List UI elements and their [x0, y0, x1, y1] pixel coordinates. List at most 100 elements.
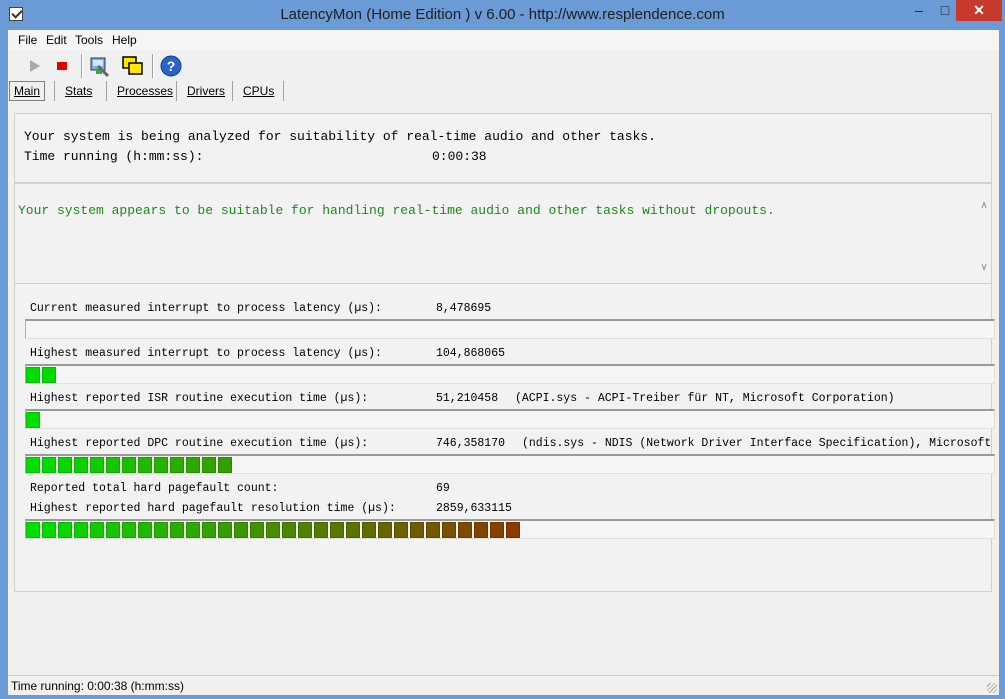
metric-label: Highest measured interrupt to process la… — [30, 347, 382, 360]
bar-segment — [106, 522, 120, 538]
tab-main[interactable]: Main — [9, 81, 46, 101]
menu-edit[interactable]: Edit — [46, 33, 67, 47]
toolbar-separator — [152, 54, 154, 78]
metrics-panel: Current measured interrupt to process la… — [14, 284, 995, 592]
metric-driver-info: (ndis.sys - NDIS (Network Driver Interfa… — [522, 437, 990, 450]
analysis-status-panel: Your system is being analyzed for suitab… — [14, 113, 992, 183]
bar-segment — [74, 457, 88, 473]
metric-label: Current measured interrupt to process la… — [30, 302, 382, 315]
bar-segment — [186, 457, 200, 473]
bar-segment — [458, 522, 472, 538]
bar-segment — [346, 522, 360, 538]
minimize-button[interactable]: – — [906, 0, 932, 21]
analyze-button[interactable] — [88, 54, 112, 78]
metric-value: 69 — [436, 482, 450, 495]
bar-segment — [250, 522, 264, 538]
bar-segment — [26, 457, 40, 473]
latency-bar — [25, 519, 995, 539]
play-icon — [30, 60, 40, 72]
bar-segment — [202, 522, 216, 538]
stop-icon — [57, 62, 67, 70]
tab-cpus[interactable]: CPUs — [243, 82, 274, 100]
wrench-icon — [90, 57, 110, 78]
windows-icon — [122, 56, 143, 75]
client-area: File Edit Tools Help ? Main Stats Proces… — [8, 30, 999, 695]
metric-value: 51,210458 — [436, 392, 499, 405]
toolbar-separator — [81, 54, 83, 78]
svg-text:?: ? — [167, 58, 176, 74]
bar-segment — [42, 522, 56, 538]
bar-segment — [282, 522, 296, 538]
metric-value: 746,358170 — [436, 437, 506, 450]
help-icon: ? — [160, 55, 182, 77]
bar-segment — [90, 457, 104, 473]
analysis-status-text: Your system is being analyzed for suitab… — [24, 129, 656, 144]
scroll-up-arrow-icon[interactable]: ∧ — [977, 200, 991, 211]
bar-segment — [378, 522, 392, 538]
bar-segment — [138, 522, 152, 538]
resize-grip-icon[interactable] — [987, 683, 997, 693]
close-button[interactable]: ✕ — [956, 0, 1002, 21]
tab-separator — [54, 81, 55, 101]
bar-segment — [74, 522, 88, 538]
bar-segment — [154, 457, 168, 473]
bar-segment — [506, 522, 520, 538]
bar-segment — [106, 457, 120, 473]
latency-bar — [25, 409, 995, 429]
tab-processes[interactable]: Processes — [117, 82, 173, 100]
latency-bar — [25, 319, 995, 339]
tab-separator — [176, 81, 177, 101]
bar-segment — [58, 457, 72, 473]
bar-segment — [186, 522, 200, 538]
bar-segment — [58, 522, 72, 538]
bar-segment — [490, 522, 504, 538]
latency-bar — [25, 364, 995, 384]
bar-segment — [266, 522, 280, 538]
bar-segment — [170, 457, 184, 473]
help-button[interactable]: ? — [159, 54, 183, 78]
bar-segment — [474, 522, 488, 538]
bar-segment — [234, 522, 248, 538]
status-bar-text: Time running: 0:00:38 (h:mm:ss) — [11, 679, 184, 693]
bar-segment — [330, 522, 344, 538]
metric-driver-info: (ACPI.sys - ACPI-Treiber für NT, Microso… — [515, 392, 895, 405]
menu-help[interactable]: Help — [112, 33, 137, 47]
window-title: LatencyMon (Home Edition ) v 6.00 - http… — [280, 6, 725, 23]
bar-segment — [410, 522, 424, 538]
bar-segment — [26, 522, 40, 538]
metric-value: 104,868065 — [436, 347, 506, 360]
bar-segment — [362, 522, 376, 538]
bar-segment — [26, 367, 40, 383]
bar-segment — [90, 522, 104, 538]
verdict-scrollbar[interactable]: ∧ ∨ — [977, 200, 991, 280]
start-button[interactable] — [22, 54, 46, 78]
menu-file[interactable]: File — [18, 33, 37, 47]
bar-segment — [170, 522, 184, 538]
bar-segment — [218, 457, 232, 473]
verdict-text: Your system appears to be suitable for h… — [18, 203, 775, 218]
tab-stats[interactable]: Stats — [65, 82, 92, 100]
metric-label: Reported total hard pagefault count: — [30, 482, 279, 495]
maximize-button[interactable]: □ — [932, 0, 958, 21]
bar-segment — [394, 522, 408, 538]
bar-segment — [42, 457, 56, 473]
scroll-down-arrow-icon[interactable]: ∨ — [977, 262, 991, 273]
time-running-label: Time running (h:mm:ss): — [24, 149, 204, 164]
metric-label: Highest reported DPC routine execution t… — [30, 437, 369, 450]
tab-separator — [232, 81, 233, 101]
metric-value: 2859,633115 — [436, 502, 512, 515]
title-bar: LatencyMon (Home Edition ) v 6.00 - http… — [0, 0, 1005, 30]
tab-drivers[interactable]: Drivers — [187, 82, 225, 100]
stop-button[interactable] — [51, 54, 75, 78]
bar-segment — [442, 522, 456, 538]
menu-tools[interactable]: Tools — [75, 33, 103, 47]
bar-segment — [122, 522, 136, 538]
latency-bar — [25, 454, 995, 474]
verdict-panel: Your system appears to be suitable for h… — [14, 183, 992, 284]
tab-separator — [283, 81, 284, 101]
windows-button[interactable] — [121, 54, 145, 78]
tab-strip: Main Stats Processes Drivers CPUs — [8, 80, 999, 102]
bar-segment — [202, 457, 216, 473]
metric-label: Highest reported ISR routine execution t… — [30, 392, 369, 405]
bar-segment — [42, 367, 56, 383]
